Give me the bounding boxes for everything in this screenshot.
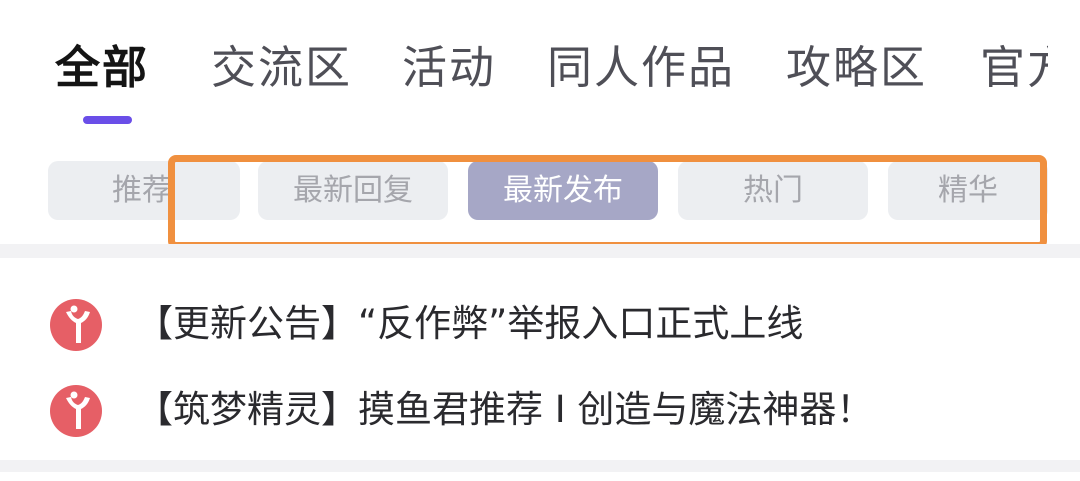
post-title[interactable]: 【筑梦精灵】摸鱼君推荐 I 创造与魔法神器！ <box>136 380 873 440</box>
chip-featured[interactable]: 精华 <box>888 161 1048 220</box>
tab-events[interactable]: 活动 <box>402 38 496 98</box>
active-tab-indicator <box>83 116 132 124</box>
category-tabs: 全部 交流区 活动 同人作品 攻略区 官方 <box>0 0 1048 130</box>
chip-hot[interactable]: 热门 <box>678 161 868 220</box>
pinned-post[interactable]: 【筑梦精灵】摸鱼君推荐 I 创造与魔法神器！ <box>50 380 1050 440</box>
pin-icon <box>50 299 102 351</box>
post-title[interactable]: 【更新公告】“反作弊”举报入口正式上线 <box>136 294 803 354</box>
tab-fan-works[interactable]: 同人作品 <box>547 38 735 98</box>
pinned-post[interactable]: 【更新公告】“反作弊”举报入口正式上线 <box>50 294 1050 354</box>
tab-discussion[interactable]: 交流区 <box>211 38 352 98</box>
chip-latest-posted[interactable]: 最新发布 <box>468 161 658 220</box>
tab-guides[interactable]: 攻略区 <box>786 38 927 98</box>
pin-icon <box>50 385 102 437</box>
tab-all[interactable]: 全部 <box>55 38 149 98</box>
chip-latest-reply[interactable]: 最新回复 <box>258 161 448 220</box>
divider <box>0 244 1080 258</box>
divider <box>0 460 1080 472</box>
tab-official[interactable]: 官方 <box>980 38 1048 98</box>
chip-recommended[interactable]: 推荐 <box>48 161 240 220</box>
